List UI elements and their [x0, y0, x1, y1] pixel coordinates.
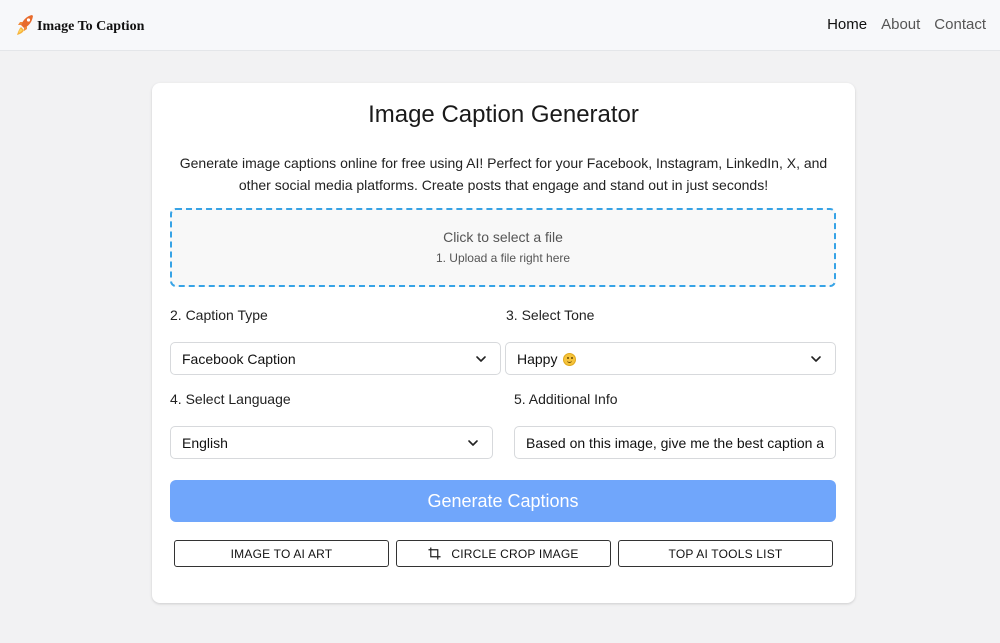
chevron-down-icon [811, 355, 821, 362]
nav-about-link[interactable]: About [881, 16, 920, 33]
language-value: English [182, 434, 228, 451]
top-navbar: Image To Caption Home About Contact [0, 0, 1000, 51]
tone-select[interactable]: Happy [505, 342, 836, 375]
main-nav: Home About Contact [827, 16, 986, 33]
caption-type-select[interactable]: Facebook Caption [170, 342, 501, 375]
additional-info-label: 5. Additional Info [514, 391, 618, 407]
nav-contact-link[interactable]: Contact [934, 16, 986, 33]
file-upload-dropzone[interactable]: Click to select a file 1. Upload a file … [170, 208, 836, 287]
nav-home-link[interactable]: Home [827, 16, 867, 33]
chevron-down-icon [468, 439, 478, 446]
crop-icon [428, 547, 441, 560]
caption-type-label: 2. Caption Type [170, 307, 268, 323]
brand-logo-link[interactable]: Image To Caption [15, 13, 144, 39]
chevron-down-icon [476, 355, 486, 362]
brand-name: Image To Caption [37, 18, 145, 34]
circle-crop-image-button[interactable]: CIRCLE CROP IMAGE [396, 540, 611, 567]
additional-info-input[interactable]: Based on this image, give me the best ca… [514, 426, 836, 459]
additional-info-value: Based on this image, give me the best ca… [526, 434, 825, 451]
top-ai-tools-list-label: TOP AI TOOLS LIST [668, 546, 783, 561]
page-description: Generate image captions online for free … [179, 155, 828, 193]
upload-secondary-text: 1. Upload a file right here [435, 251, 571, 265]
tone-value: Happy [517, 350, 558, 367]
page-title: Image Caption Generator [368, 101, 639, 128]
language-select[interactable]: English [170, 426, 493, 459]
rocket-icon [17, 15, 33, 35]
caption-generator-card: Image Caption Generator Generate image c… [152, 83, 855, 603]
top-ai-tools-list-button[interactable]: TOP AI TOOLS LIST [618, 540, 833, 567]
image-to-ai-art-label: IMAGE TO AI ART [230, 546, 333, 561]
caption-type-value: Facebook Caption [182, 350, 296, 367]
smiley-emoji-icon [563, 352, 577, 366]
image-to-ai-art-button[interactable]: IMAGE TO AI ART [174, 540, 389, 567]
upload-primary-text: Click to select a file [443, 229, 563, 245]
language-label: 4. Select Language [170, 391, 291, 407]
generate-captions-button[interactable]: Generate Captions [170, 480, 836, 522]
tone-label: 3. Select Tone [506, 307, 595, 323]
circle-crop-image-label: CIRCLE CROP IMAGE [451, 546, 579, 561]
